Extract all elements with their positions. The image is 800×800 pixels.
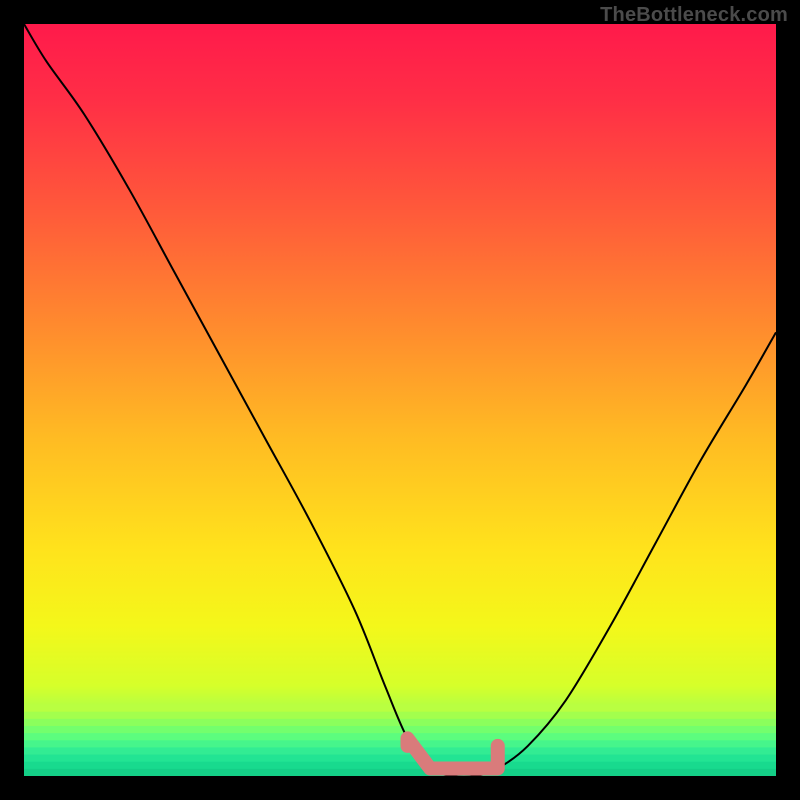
bottom-color-bands (24, 705, 776, 776)
outer-frame: TheBottleneck.com (0, 0, 800, 800)
plot-area (24, 24, 776, 776)
bottleneck-chart (24, 24, 776, 776)
gradient-background (24, 24, 776, 776)
